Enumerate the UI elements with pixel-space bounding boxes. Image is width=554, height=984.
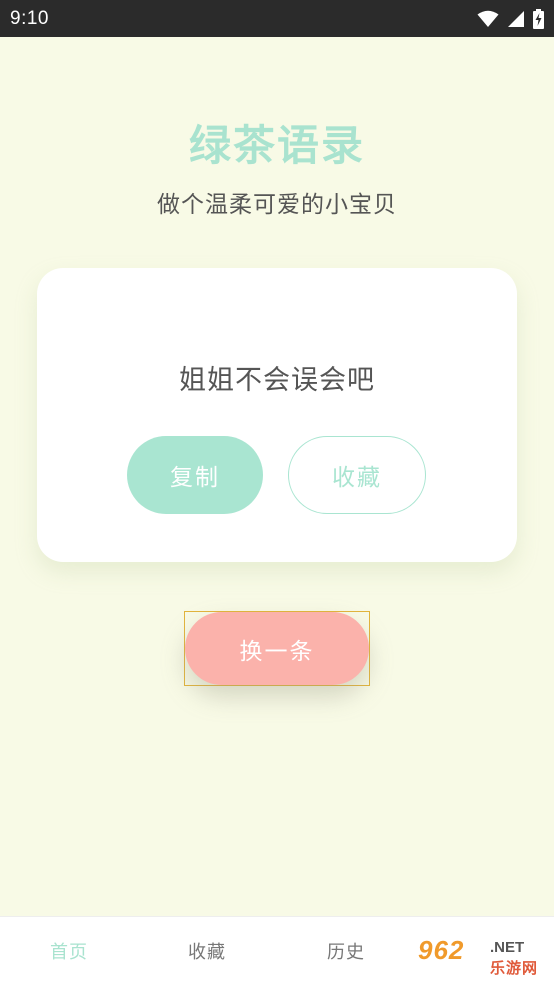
- quote-text: 姐姐不会误会吧: [179, 365, 375, 396]
- watermark-main: 962: [418, 935, 465, 965]
- copy-button[interactable]: 复制: [127, 436, 263, 514]
- status-icons: [477, 8, 544, 29]
- status-time: 9:10: [10, 7, 49, 29]
- wifi-icon: [477, 10, 499, 28]
- watermark-logo: 962 .NET 乐游网: [414, 935, 550, 979]
- cellular-signal-icon: [507, 10, 525, 28]
- next-button-focus-frame: 换一条: [184, 611, 370, 686]
- nav-tab-home[interactable]: 首页: [0, 917, 138, 984]
- watermark-sub: 乐游网: [490, 959, 539, 977]
- app-subtitle: 做个温柔可爱的小宝贝: [157, 192, 397, 218]
- watermark-net: .NET: [490, 939, 525, 956]
- nav-tab-history[interactable]: 历史: [277, 917, 415, 984]
- quote-card: 姐姐不会误会吧 复制 收藏: [37, 268, 517, 562]
- status-bar: 9:10: [0, 0, 554, 37]
- app-title: 绿茶语录: [188, 121, 365, 170]
- favorite-button[interactable]: 收藏: [288, 436, 426, 514]
- next-quote-button[interactable]: 换一条: [185, 612, 369, 685]
- battery-charging-icon: [533, 8, 544, 29]
- nav-tab-favorites[interactable]: 收藏: [138, 917, 276, 984]
